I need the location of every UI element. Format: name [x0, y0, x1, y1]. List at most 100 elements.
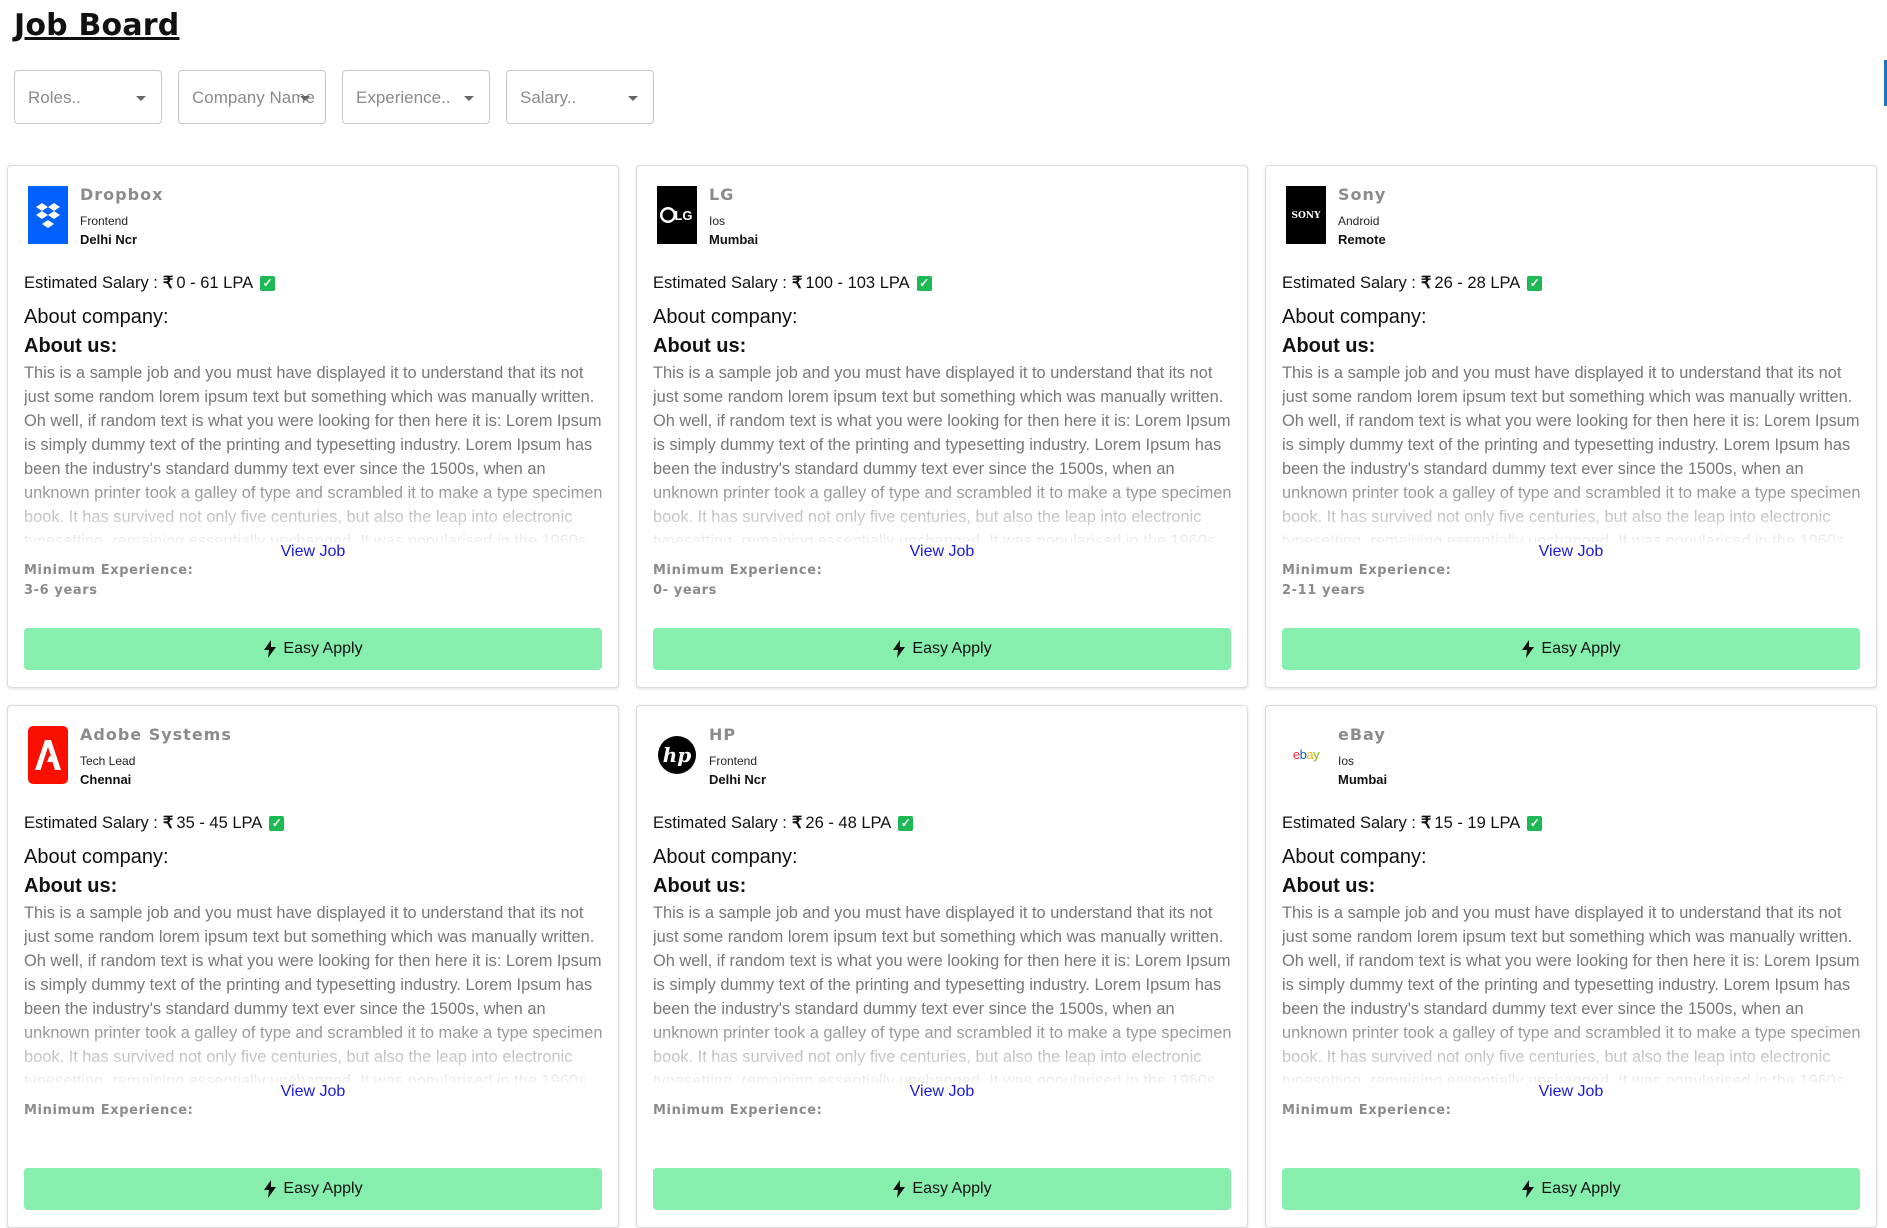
about-company-heading: About company: [653, 306, 798, 328]
chevron-down-icon [464, 96, 474, 101]
job-role: Frontend [80, 214, 129, 228]
easy-apply-button[interactable]: Easy Apply [1282, 628, 1860, 670]
company-name-filter-placeholder: Company Name [192, 88, 315, 107]
rupee-icon: ₹ [791, 274, 803, 292]
estimated-salary: Estimated Salary : ₹ 26 - 48 LPA ✓ [653, 813, 914, 833]
job-description: This is a sample job and you must have d… [1282, 364, 1861, 543]
page-title: Job Board [14, 8, 180, 43]
salary-range: 15 - 19 LPA [1434, 813, 1521, 832]
easy-apply-button[interactable]: Easy Apply [1282, 1168, 1860, 1210]
sony-logo: SONY [1286, 186, 1326, 244]
salary-range: 0 - 61 LPA [176, 273, 254, 292]
easy-apply-button[interactable]: Easy Apply [24, 628, 602, 670]
chevron-down-icon [300, 96, 310, 101]
rupee-icon: ₹ [162, 814, 174, 832]
about-us-heading: About us: [653, 875, 747, 897]
ebay-logo: ebay [1286, 726, 1326, 784]
rupee-icon: ₹ [162, 274, 174, 292]
job-description: This is a sample job and you must have d… [1282, 904, 1861, 1083]
job-card: hp HP Frontend Delhi Ncr Estimated Salar… [636, 705, 1248, 1228]
job-role: Tech Lead [80, 754, 136, 768]
chevron-down-icon [136, 96, 146, 101]
dropbox-logo [28, 186, 68, 244]
sony-logo-text: SONY [1292, 211, 1322, 221]
estimated-salary: Estimated Salary : ₹ 15 - 19 LPA ✓ [1282, 813, 1543, 833]
check-icon: ✓ [260, 275, 276, 291]
view-job-link[interactable]: View Job [1266, 543, 1876, 561]
salary-range: 26 - 28 LPA [1434, 273, 1521, 292]
easy-apply-button[interactable]: Easy Apply [653, 628, 1231, 670]
job-card: LG LG Ios Mumbai Estimated Salary : ₹ 10… [636, 165, 1248, 688]
ebay-logo-letter-y: y [1313, 747, 1320, 762]
view-job-link[interactable]: View Job [8, 543, 618, 561]
experience-filter[interactable]: Experience.. [342, 70, 490, 124]
about-us-heading: About us: [24, 335, 118, 357]
chevron-down-icon [628, 96, 638, 101]
job-location: Delhi Ncr [80, 232, 138, 247]
min-experience-label: Minimum Experience: [1282, 563, 1452, 578]
view-job-link[interactable]: View Job [8, 1083, 618, 1101]
easy-apply-label: Easy Apply [912, 640, 992, 657]
job-description: This is a sample job and you must have d… [24, 364, 603, 543]
job-description: This is a sample job and you must have d… [653, 904, 1232, 1083]
easy-apply-button[interactable]: Easy Apply [653, 1168, 1231, 1210]
job-card: SONY Sony Android Remote Estimated Salar… [1265, 165, 1877, 688]
check-icon: ✓ [898, 815, 914, 831]
about-us-heading: About us: [653, 335, 747, 357]
easy-apply-button[interactable]: Easy Apply [24, 1168, 602, 1210]
rupee-icon: ₹ [791, 814, 803, 832]
filter-bar: Roles.. Company Name Experience.. Salary… [14, 70, 654, 124]
about-us-heading: About us: [1282, 335, 1376, 357]
estimated-salary: Estimated Salary : ₹ 100 - 103 LPA ✓ [653, 273, 932, 293]
company-name: Adobe Systems [80, 725, 232, 744]
estimated-salary: Estimated Salary : ₹ 35 - 45 LPA ✓ [24, 813, 285, 833]
adobe-logo [28, 726, 68, 784]
min-experience-label: Minimum Experience: [24, 1103, 194, 1118]
easy-apply-label: Easy Apply [912, 1180, 992, 1197]
lightning-icon [892, 640, 906, 658]
easy-apply-label: Easy Apply [283, 1180, 363, 1197]
about-company-heading: About company: [1282, 306, 1427, 328]
job-card-grid: Dropbox Frontend Delhi Ncr Estimated Sal… [7, 165, 1878, 1228]
estimated-salary-label: Estimated Salary : [1282, 813, 1416, 832]
estimated-salary: Estimated Salary : ₹ 0 - 61 LPA ✓ [24, 273, 276, 293]
view-job-link[interactable]: View Job [637, 1083, 1247, 1101]
about-company-heading: About company: [1282, 846, 1427, 868]
company-name-filter[interactable]: Company Name [178, 70, 326, 124]
salary-range: 100 - 103 LPA [805, 273, 910, 292]
lightning-icon [263, 640, 277, 658]
job-card: Dropbox Frontend Delhi Ncr Estimated Sal… [7, 165, 619, 688]
job-role: Frontend [709, 754, 758, 768]
min-experience-label: Minimum Experience: [24, 563, 194, 578]
about-us-heading: About us: [24, 875, 118, 897]
company-name: HP [709, 725, 737, 744]
estimated-salary: Estimated Salary : ₹ 26 - 28 LPA ✓ [1282, 273, 1543, 293]
view-job-link[interactable]: View Job [1266, 1083, 1876, 1101]
estimated-salary-label: Estimated Salary : [24, 273, 158, 292]
estimated-salary-label: Estimated Salary : [653, 813, 787, 832]
lightning-icon [1521, 1180, 1535, 1198]
job-location: Delhi Ncr [709, 772, 767, 787]
estimated-salary-label: Estimated Salary : [1282, 273, 1416, 292]
min-experience-value: 2-11 years [1282, 583, 1366, 598]
job-description: This is a sample job and you must have d… [24, 904, 603, 1083]
job-location: Mumbai [1338, 772, 1388, 787]
salary-filter[interactable]: Salary.. [506, 70, 654, 124]
job-description: This is a sample job and you must have d… [653, 364, 1232, 543]
about-company-heading: About company: [24, 846, 169, 868]
job-location: Mumbai [709, 232, 759, 247]
min-experience-value: 3-6 years [24, 583, 98, 598]
easy-apply-label: Easy Apply [1541, 640, 1621, 657]
lightning-icon [263, 1180, 277, 1198]
view-job-link[interactable]: View Job [637, 543, 1247, 561]
company-name: Dropbox [80, 185, 164, 204]
job-location: Remote [1338, 232, 1386, 247]
company-name: Sony [1338, 185, 1387, 204]
min-experience-label: Minimum Experience: [1282, 1103, 1452, 1118]
check-icon: ✓ [916, 275, 932, 291]
estimated-salary-label: Estimated Salary : [24, 813, 158, 832]
company-name: eBay [1338, 725, 1386, 744]
lg-logo-text: LG [674, 208, 692, 223]
check-icon: ✓ [1527, 815, 1543, 831]
roles-filter[interactable]: Roles.. [14, 70, 162, 124]
